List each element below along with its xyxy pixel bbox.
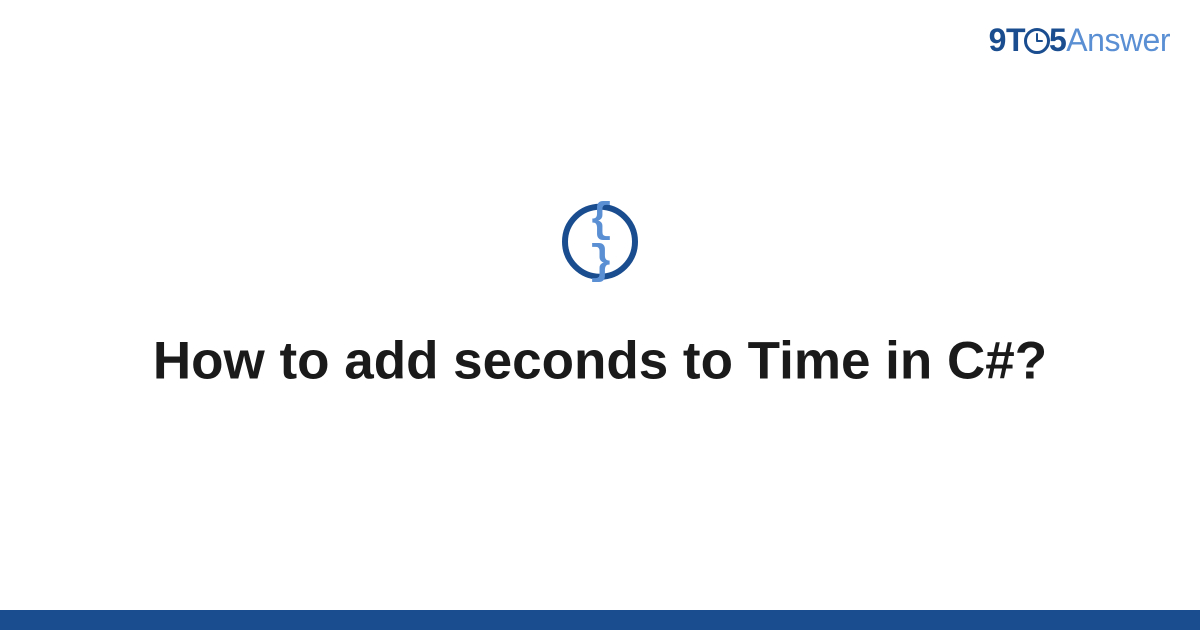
question-title: How to add seconds to Time in C#? [0,328,1200,396]
code-braces-icon: { } [568,200,632,284]
logo-part-answer: Answer [1066,22,1170,58]
site-logo: 9T5Answer [989,22,1170,59]
main-content: { } How to add seconds to Time in C#? [0,204,1200,396]
logo-part-9: 9 [989,22,1006,58]
logo-part-5: 5 [1049,22,1066,58]
category-icon-wrapper: { } [562,204,638,280]
footer-accent-bar [0,610,1200,630]
clock-icon [1024,28,1050,54]
logo-part-t: T [1006,22,1025,58]
